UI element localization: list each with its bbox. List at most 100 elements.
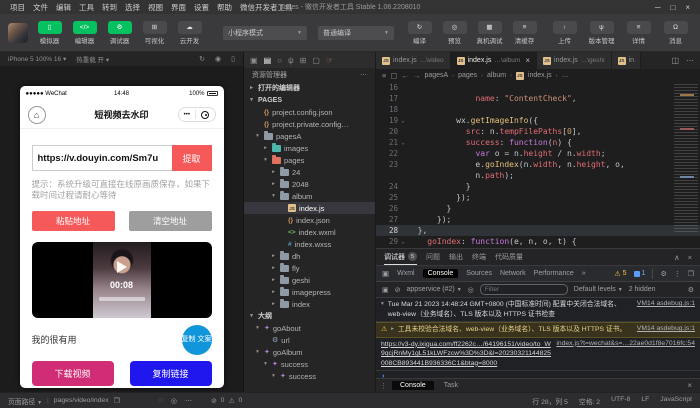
code-line[interactable]: 28 }, — [376, 225, 700, 236]
device-frame-icon[interactable]: ▯ — [231, 55, 235, 63]
outline-item[interactable]: ▾✦success — [244, 370, 375, 382]
tree-item[interactable]: {}index.json — [244, 214, 375, 226]
clear-console-icon[interactable]: ⊘ — [395, 286, 401, 294]
expand-icon[interactable]: ▾ — [381, 301, 384, 307]
preview-button[interactable]: ◎预览 — [438, 21, 471, 45]
outline-item[interactable]: ▾✦goAbout — [244, 322, 375, 334]
home-button[interactable]: ⌂ — [28, 106, 46, 124]
overflow-tabs-icon[interactable]: » — [582, 270, 586, 277]
menu-icon[interactable]: ≡ — [382, 71, 386, 80]
code-line[interactable]: 16 — [376, 82, 700, 93]
devtools-tab[interactable]: Performance — [534, 270, 574, 277]
menu-item[interactable]: 项目 — [6, 2, 29, 13]
user-avatar[interactable] — [8, 23, 28, 43]
console-sidebar-icon[interactable]: ▣ — [382, 286, 389, 294]
tree-item[interactable]: ▸index — [244, 298, 375, 310]
fold-icon[interactable]: ⌄ — [398, 239, 408, 245]
vconsole-icon[interactable]: ◌ — [159, 397, 163, 405]
page-path-value[interactable]: pages/video/index — [54, 397, 109, 404]
devtools-tab[interactable]: Wxml — [397, 270, 415, 277]
video-player[interactable]: 00:08 — [32, 242, 212, 318]
cursor-position[interactable]: 行 28，列 5 — [532, 396, 568, 406]
outline-item[interactable]: ▾✦goAlbum — [244, 346, 375, 358]
minimize-capsule-icon[interactable] — [201, 111, 209, 119]
close-panel-icon[interactable]: × — [688, 253, 692, 262]
minimap[interactable] — [674, 84, 698, 234]
tree-item[interactable]: ▸geshi — [244, 274, 375, 286]
code-line[interactable]: 26 } — [376, 203, 700, 214]
version-button[interactable]: ψ版本管理 — [585, 21, 618, 45]
code-line[interactable]: 25 }); — [376, 192, 700, 203]
devtools-tab[interactable]: Network — [500, 270, 526, 277]
devtools-settings-icon[interactable]: ⚙ — [660, 270, 666, 278]
eol[interactable]: LF — [641, 396, 649, 406]
outline-item[interactable]: ▾✦success — [244, 358, 375, 370]
code-line[interactable]: 27 }); — [376, 214, 700, 225]
code-line[interactable]: 19⌄ wx.getImageInfo({ — [376, 115, 700, 126]
tree-item[interactable]: ▾pages — [244, 154, 375, 166]
editor-button[interactable]: </>编辑器 — [68, 21, 101, 45]
close-tab-icon[interactable]: × — [525, 56, 530, 65]
extensions-icon[interactable]: ⊞ — [300, 56, 307, 65]
maximize-button[interactable]: □ — [670, 3, 675, 12]
clear-address-button[interactable]: 清空地址 — [129, 211, 212, 231]
outline-section[interactable]: ▾大纲 — [244, 310, 375, 322]
source-link[interactable]: index.js?t=wechat&s=…22ae0d1f8e7016fc:54 — [556, 340, 695, 347]
menu-item[interactable]: 帮助 — [213, 2, 236, 13]
source-control-icon[interactable]: ψ — [288, 56, 294, 65]
tree-item[interactable]: ▸2048 — [244, 178, 375, 190]
problems-counter[interactable]: ⊘0 ⚠0 — [211, 397, 242, 405]
outline-item[interactable]: ⚙url — [244, 334, 375, 346]
clear-cache-button[interactable]: ≡清缓存 — [508, 21, 541, 45]
compile-select[interactable]: 普通编译▼ — [318, 26, 394, 40]
page-path-select[interactable]: 页面路径 ▼ — [8, 396, 42, 406]
copy-link-button[interactable]: 复制链接 — [130, 361, 212, 386]
more-icon[interactable]: ••• — [184, 112, 190, 118]
device-debug-button[interactable]: ▦真机调试 — [473, 21, 506, 45]
menu-item[interactable]: 选择 — [121, 2, 144, 13]
tree-item[interactable]: #index.wxss — [244, 238, 375, 250]
code-line[interactable]: 22 var o = n.height / n.width; — [376, 148, 700, 159]
preview-eye-icon[interactable]: ◎ — [171, 397, 177, 405]
code-line[interactable]: 21⌄ success: function(n) { — [376, 137, 700, 148]
download-video-button[interactable]: 下载视频 — [32, 361, 114, 386]
editor-tab[interactable]: JSindex.js…\geshi — [537, 52, 612, 69]
copy-caption-button[interactable]: 复制 文案 — [182, 325, 212, 355]
debugger-tab[interactable]: 代码质量 — [495, 249, 523, 265]
editor-tab[interactable]: JSin — [612, 52, 641, 69]
hot-reload-toggle[interactable]: 热重载 开 ▾ — [76, 54, 109, 64]
files-icon[interactable]: ▤ — [264, 56, 272, 65]
eye-icon[interactable]: ◎ — [468, 286, 474, 294]
cloud-dev-button[interactable]: ☁云开发 — [173, 21, 206, 45]
close-panel-icon[interactable]: × — [687, 381, 696, 390]
console-issues-chip[interactable]: 1 — [634, 270, 646, 277]
debugger-tab[interactable]: 问题 — [426, 249, 440, 265]
debugger-tab[interactable]: 调试器5 — [384, 249, 417, 265]
more-tabs-icon[interactable]: ⋯ — [686, 56, 694, 65]
menu-item[interactable]: 设置 — [190, 2, 213, 13]
source-link[interactable]: VM14 asdebug.js:1 — [637, 325, 695, 332]
panel-tab[interactable]: Console — [392, 381, 434, 390]
preview-window-icon[interactable]: ▢ — [312, 56, 320, 65]
fold-icon[interactable]: ⌄ — [398, 118, 408, 124]
paste-address-button[interactable]: 粘贴地址 — [32, 211, 115, 231]
code-line[interactable]: 24 } — [376, 181, 700, 192]
tree-item[interactable]: ▸dh — [244, 250, 375, 262]
tree-item[interactable]: <>index.wxml — [244, 226, 375, 238]
code-line[interactable]: 18 — [376, 104, 700, 115]
visualizer-button[interactable]: ⊞可视化 — [138, 21, 171, 45]
code-line[interactable]: 23 e.goIndex(n.width, n.height, o, — [376, 159, 700, 170]
bookmark-icon[interactable]: ▢ — [390, 71, 397, 80]
play-icon[interactable] — [117, 261, 127, 273]
context-select[interactable]: appservice (#2) ▼ — [407, 286, 462, 293]
record-icon[interactable]: ◉ — [215, 55, 221, 63]
capsule-menu[interactable]: ••• — [178, 107, 216, 122]
expand-icon[interactable]: ▸ — [391, 326, 394, 332]
indent-setting[interactable]: 空格: 2 — [579, 396, 600, 406]
console-prompt[interactable]: › — [376, 369, 391, 378]
fold-icon[interactable]: ⌄ — [398, 140, 408, 146]
breadcrumb-item[interactable]: album — [487, 72, 506, 79]
dock-side-icon[interactable]: ❐ — [688, 270, 694, 278]
search-icon[interactable]: ○ — [277, 56, 282, 65]
upload-button[interactable]: ↑上传 — [548, 21, 581, 45]
